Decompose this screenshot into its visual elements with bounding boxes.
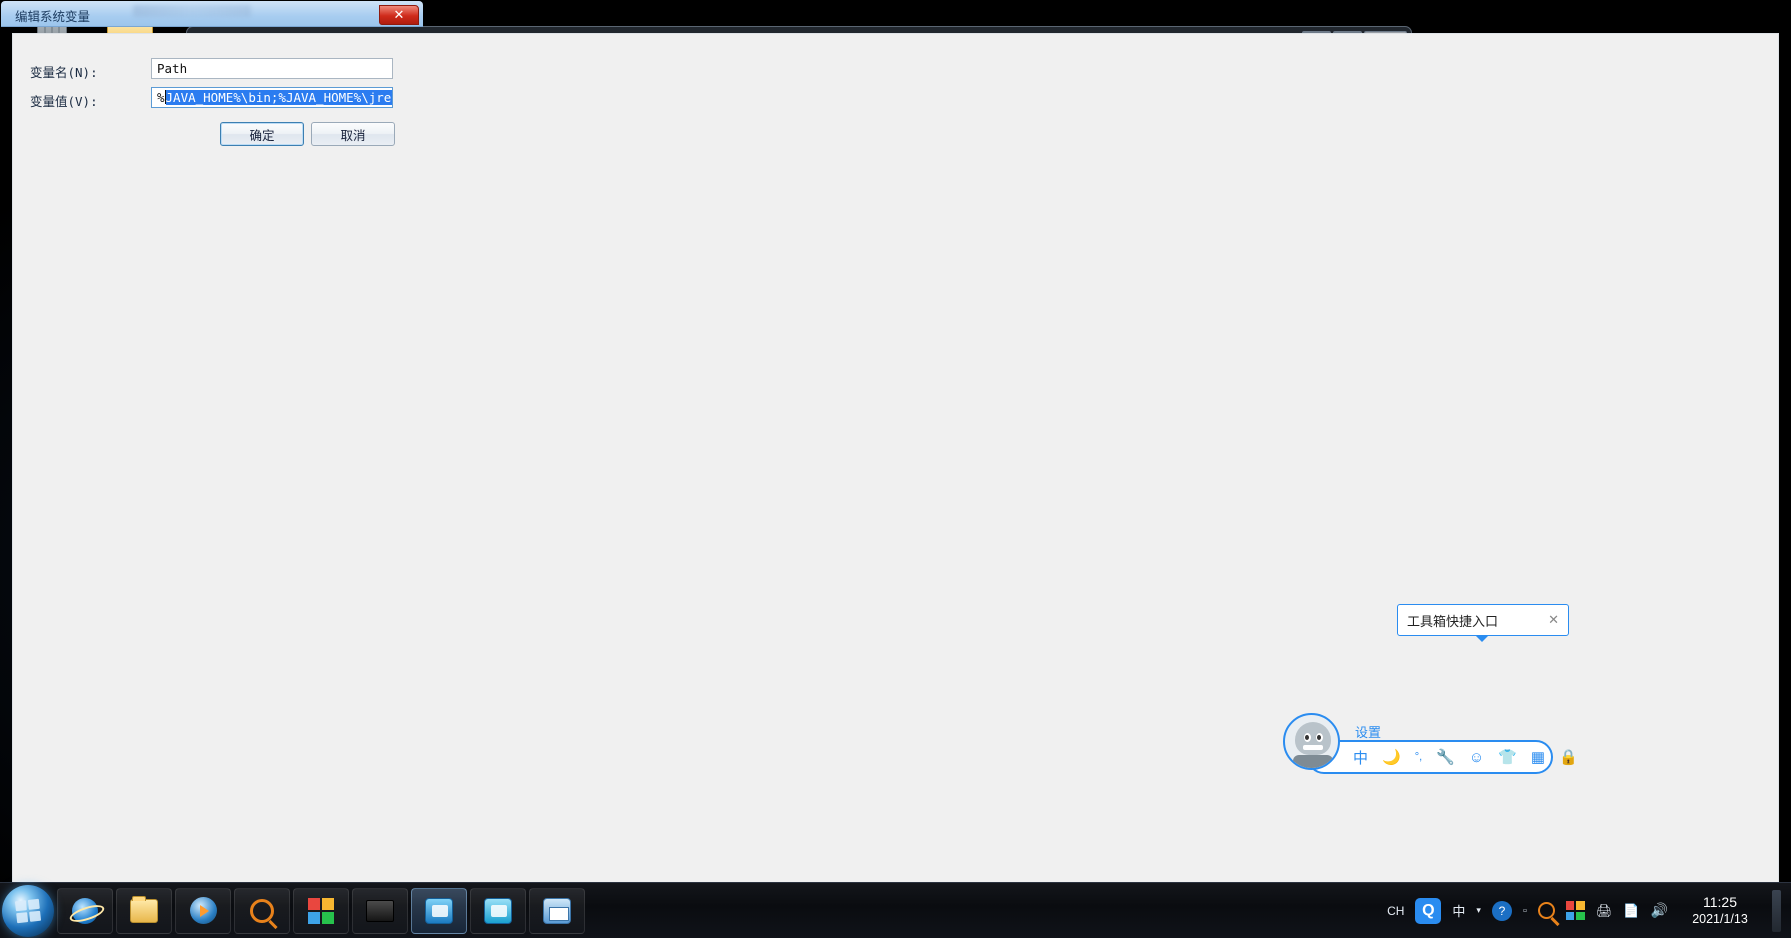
dialog-title: 编辑系统变量 [15,10,91,24]
variable-value-selected-text: JAVA_HOME%\bin;%JAVA_HOME%\jre\bin; [165,90,392,105]
taskbar: CH Q 中 ▾ ? ▫ 🖨 📄 🔊 11:25 2021/1/13 [0,882,1791,938]
mail-icon [543,897,571,924]
help-icon[interactable]: ? [1491,900,1512,921]
ime-mode-toggle[interactable]: 中 [1353,747,1368,768]
tooltip-arrow [1475,635,1489,642]
media-player-icon [189,897,217,924]
variable-name-input[interactable]: Path [151,58,393,79]
chevron-down-icon[interactable]: ▾ [1476,905,1481,916]
punctuation-icon[interactable]: °, [1415,751,1422,763]
search-icon[interactable] [1537,902,1555,919]
folder-icon [130,895,158,923]
ime-toolbox-tooltip[interactable]: 工具箱快捷入口 ✕ [1397,604,1569,636]
moon-icon[interactable]: 🌙 [1382,748,1401,766]
dialog-body: 变量名(N): Path 变量值(V): %JAVA_HOME%\bin;%JA… [12,33,1779,928]
show-desktop-button[interactable] [1772,889,1781,932]
taskbar-item-internet-explorer[interactable] [57,887,113,934]
smiley-icon[interactable]: ☺ [1469,749,1484,766]
skin-icon[interactable]: 👕 [1498,748,1517,766]
lock-icon[interactable]: 🔒 [1559,748,1578,766]
toolbox-icon[interactable]: ▦ [1531,748,1545,766]
taskbar-item-blue-app[interactable] [411,887,467,934]
qq-icon[interactable]: Q [1415,897,1442,924]
taskbar-item-media-player[interactable] [175,887,231,934]
wrench-icon[interactable]: 🔧 [1436,748,1455,766]
close-button[interactable]: ✕ [379,5,419,25]
clock-date: 2021/1/13 [1692,911,1748,926]
ok-button[interactable]: 确定 [220,122,304,146]
baidu-ime-toolbar[interactable]: 中 🌙 °, 🔧 ☺ 👕 ▦ 🔒 [1307,740,1578,774]
black-app-icon [366,899,394,922]
pdf-icon[interactable]: 📄 [1623,903,1639,919]
taskbar-item-black-app[interactable] [352,887,408,934]
tray-ime-mode[interactable]: 中 [1452,901,1465,920]
taskbar-item-search[interactable] [234,887,290,934]
show-desktop-icon[interactable]: ▫ [1523,905,1527,917]
search-icon [250,898,274,923]
blue-app-icon [425,897,453,924]
windows-logo-icon [14,898,42,923]
tiles-icon [308,897,334,924]
taskbar-item-store[interactable] [293,887,349,934]
clock[interactable]: 11:25 2021/1/13 [1679,894,1761,928]
ime-avatar[interactable] [1283,713,1340,770]
printer-icon[interactable]: 🖨 [1596,903,1613,919]
tooltip-text: 工具箱快捷入口 [1407,613,1499,629]
tray-language-indicator[interactable]: CH [1387,904,1404,918]
clock-time: 11:25 [1703,893,1737,910]
variable-name-label: 变量名(N): [30,65,98,80]
taskbar-item-file-explorer[interactable] [116,887,172,934]
taskbar-item-teal-app[interactable] [470,887,526,934]
blurred-title-text [133,5,251,17]
variable-value-prefix: % [157,90,165,105]
teal-app-icon [484,897,512,924]
internet-explorer-icon [72,897,98,924]
tiles-icon[interactable] [1565,901,1585,920]
variable-name-value: Path [157,61,188,76]
close-icon[interactable]: ✕ [1548,612,1559,628]
cancel-button[interactable]: 取消 [311,122,395,146]
taskbar-item-mail[interactable] [529,887,585,934]
volume-icon[interactable]: 🔊 [1651,902,1668,919]
variable-value-input[interactable]: %JAVA_HOME%\bin;%JAVA_HOME%\jre\bin; [151,87,393,108]
ime-settings-label[interactable]: 设置 [1355,722,1381,741]
start-button[interactable] [2,884,54,937]
edit-system-variable-dialog[interactable]: 编辑系统变量 ✕ 变量名(N): Path 变量值(V): %JAVA_HOME… [0,0,1779,928]
variable-value-label: 变量值(V): [30,94,98,109]
system-tray: CH Q 中 ▾ ? ▫ 🖨 📄 🔊 11:25 2021/1/13 [1387,889,1791,932]
dialog-titlebar[interactable]: 编辑系统变量 ✕ [1,1,423,27]
